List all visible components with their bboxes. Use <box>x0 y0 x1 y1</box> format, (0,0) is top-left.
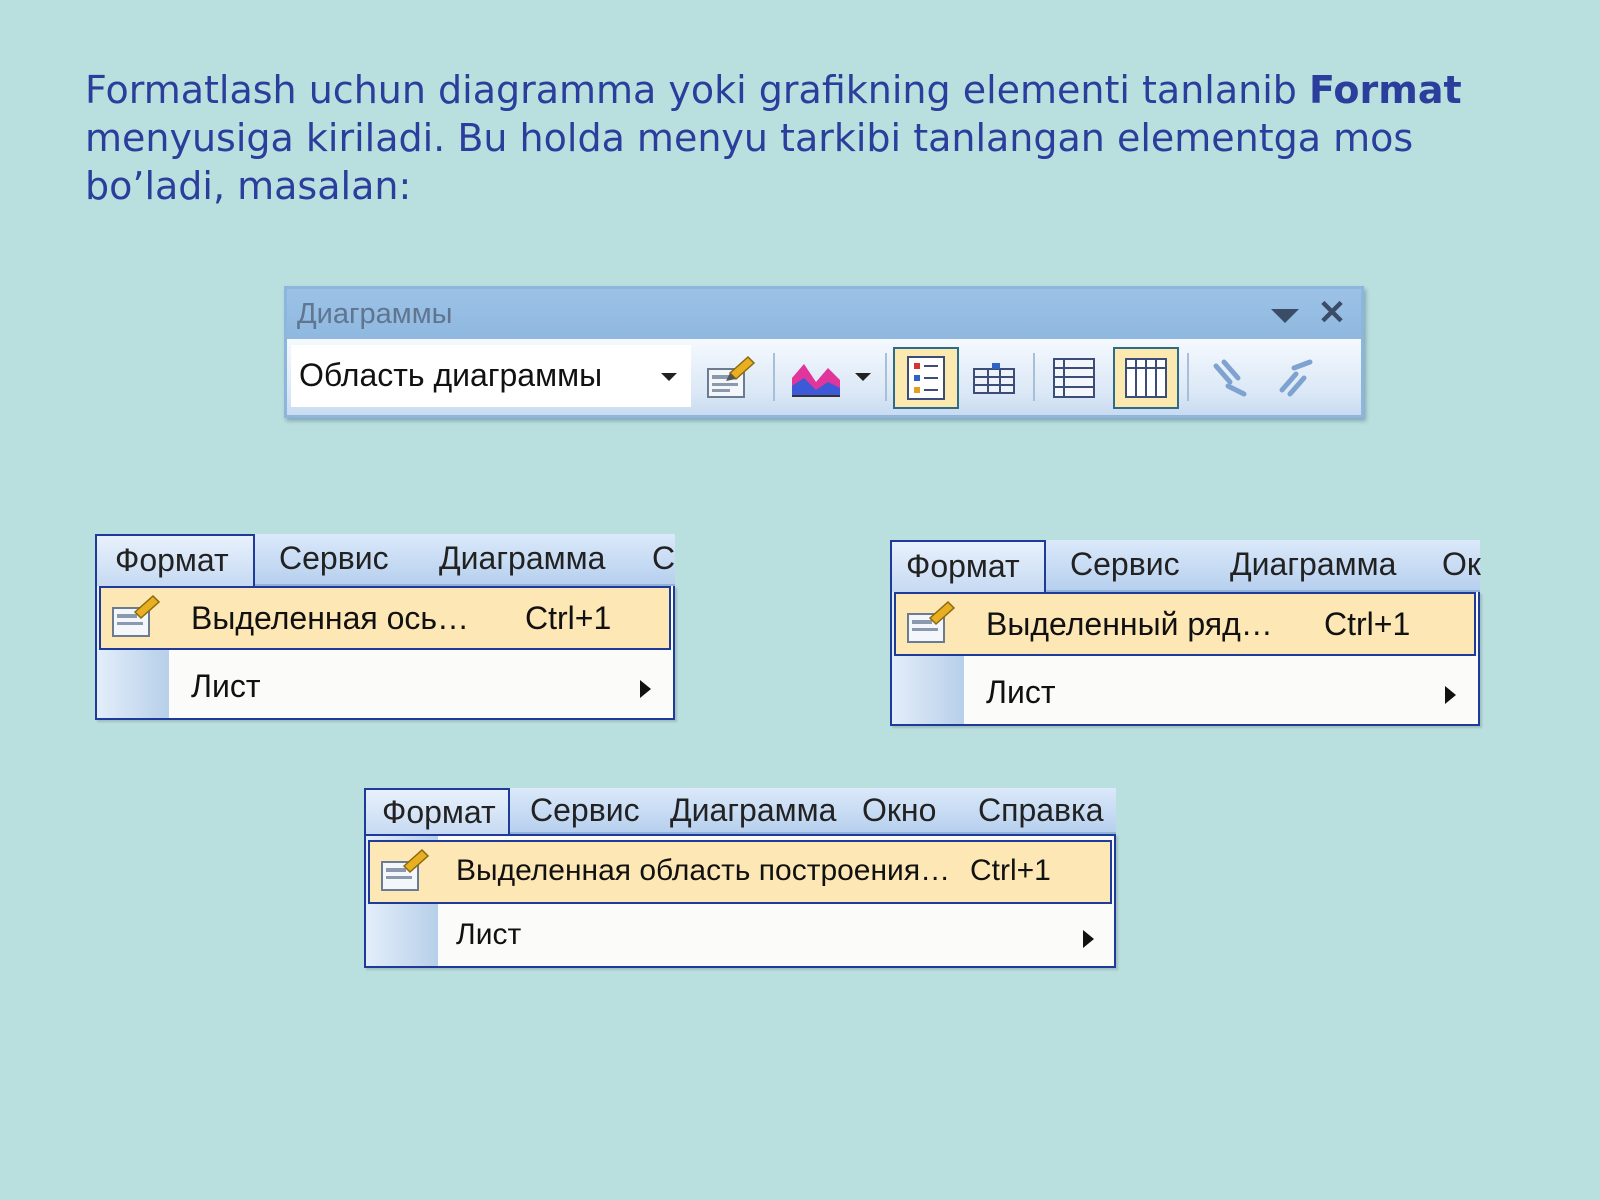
data-table-button[interactable] <box>961 347 1027 409</box>
menu-item-label: Лист <box>456 918 522 951</box>
menu-item-shortcut: Ctrl+1 <box>970 854 1051 887</box>
menu-item-label: Лист <box>191 668 261 704</box>
menu-item-selected-axis[interactable]: Выделенная ось… Ctrl+1 <box>99 586 671 650</box>
chart-type-dropdown-icon[interactable] <box>855 373 871 381</box>
by-column-button[interactable] <box>1113 347 1179 409</box>
menu-service[interactable]: Сервис <box>275 534 393 586</box>
format-menu-axis: Формат Сервис Диаграмма С Выделенная ось… <box>95 534 675 720</box>
menu-chart[interactable]: Диаграмма <box>1226 540 1400 592</box>
menu-service[interactable]: Сервис <box>1066 540 1184 592</box>
angle-text-down-button[interactable] <box>1197 347 1263 409</box>
submenu-arrow-icon <box>1445 686 1456 704</box>
menu-bar: Формат Сервис Диаграмма Окно Справка <box>364 788 1116 836</box>
data-table-icon <box>973 363 1015 394</box>
by-row-icon <box>1053 358 1095 398</box>
menu-item-sheet[interactable]: Лист <box>894 662 1476 726</box>
toolbar-options-icon[interactable] <box>1271 309 1299 323</box>
menu-format[interactable]: Формат <box>890 540 1046 594</box>
toolbar-body: Область диаграммы <box>287 339 1361 415</box>
format-chart-area-button[interactable] <box>697 347 763 409</box>
legend-icon <box>907 356 945 400</box>
menu-bar: Формат Сервис Диаграмма С <box>95 534 675 588</box>
menu-item-sheet[interactable]: Лист <box>368 906 1112 970</box>
format-object-icon <box>112 594 161 637</box>
format-dropdown: Выделенная область построения… Ctrl+1 Ли… <box>364 834 1116 968</box>
menu-item-shortcut: Ctrl+1 <box>1324 606 1411 642</box>
chart-type-button[interactable] <box>783 347 849 409</box>
format-dropdown: Выделенная ось… Ctrl+1 Лист <box>95 586 675 720</box>
area-chart-icon <box>792 364 840 397</box>
menu-chart[interactable]: Диаграмма <box>666 788 840 834</box>
menu-item-label: Выделенный ряд… <box>986 606 1273 642</box>
chart-objects-value: Область диаграммы <box>299 357 603 393</box>
chart-objects-select[interactable]: Область диаграммы <box>291 345 691 407</box>
by-row-button[interactable] <box>1041 347 1107 409</box>
toolbar-separator <box>773 353 775 401</box>
menu-bar: Формат Сервис Диаграмма Ок <box>890 540 1481 594</box>
menu-format[interactable]: Формат <box>364 788 510 836</box>
menu-help[interactable]: Справка <box>974 788 1108 834</box>
menu-window-partial[interactable]: Ок <box>1438 540 1485 592</box>
toolbar-title-bar[interactable]: Диаграммы ✕ <box>287 289 1361 339</box>
format-object-icon <box>707 355 756 398</box>
intro-paragraph: Formatlash uchun diagramma yoki grafikni… <box>85 66 1545 210</box>
toolbar-separator <box>885 353 887 401</box>
menu-item-label: Выделенная область построения… <box>456 854 951 887</box>
format-object-icon <box>907 600 956 643</box>
toolbar-separator <box>1033 353 1035 401</box>
menu-format-label: Формат <box>382 794 496 830</box>
toolbar-close-icon[interactable]: ✕ <box>1315 295 1349 331</box>
chart-toolbar: Диаграммы ✕ Область диаграммы <box>284 286 1364 418</box>
menu-item-selected-series[interactable]: Выделенный ряд… Ctrl+1 <box>894 592 1476 656</box>
menu-window-partial[interactable]: С <box>648 534 679 586</box>
toolbar-title: Диаграммы <box>297 298 453 330</box>
angle-text-up-icon <box>1279 359 1313 397</box>
menu-item-label: Лист <box>986 674 1056 710</box>
menu-service[interactable]: Сервис <box>526 788 644 834</box>
toolbar-separator <box>1187 353 1189 401</box>
format-dropdown: Выделенный ряд… Ctrl+1 Лист <box>890 592 1480 726</box>
angle-text-up-button[interactable] <box>1263 347 1329 409</box>
by-column-icon <box>1125 358 1167 398</box>
format-menu-series: Формат Сервис Диаграмма Ок Выделенный ря… <box>890 540 1481 726</box>
chevron-down-icon[interactable] <box>661 373 677 381</box>
menu-item-sheet[interactable]: Лист <box>99 656 671 720</box>
menu-chart[interactable]: Диаграмма <box>435 534 609 586</box>
intro-text-start: Formatlash uchun diagramma yoki grafikni… <box>85 68 1309 112</box>
submenu-arrow-icon <box>640 680 651 698</box>
intro-bold-format: Format <box>1308 68 1462 112</box>
submenu-arrow-icon <box>1083 930 1094 948</box>
angle-text-down-icon <box>1213 359 1247 397</box>
menu-format-label: Формат <box>115 542 229 578</box>
intro-text-rest: menyusiga kiriladi. Bu holda menyu tarki… <box>85 116 1414 208</box>
menu-item-shortcut: Ctrl+1 <box>525 600 612 636</box>
menu-format[interactable]: Формат <box>95 534 255 588</box>
menu-item-label: Выделенная ось… <box>191 600 470 636</box>
format-object-icon <box>381 848 430 891</box>
menu-item-selected-plot-area[interactable]: Выделенная область построения… Ctrl+1 <box>368 840 1112 904</box>
menu-window[interactable]: Окно <box>858 788 940 834</box>
legend-button[interactable] <box>893 347 959 409</box>
menu-format-label: Формат <box>906 548 1020 584</box>
format-menu-plot-area: Формат Сервис Диаграмма Окно Справка Выд… <box>364 788 1116 968</box>
